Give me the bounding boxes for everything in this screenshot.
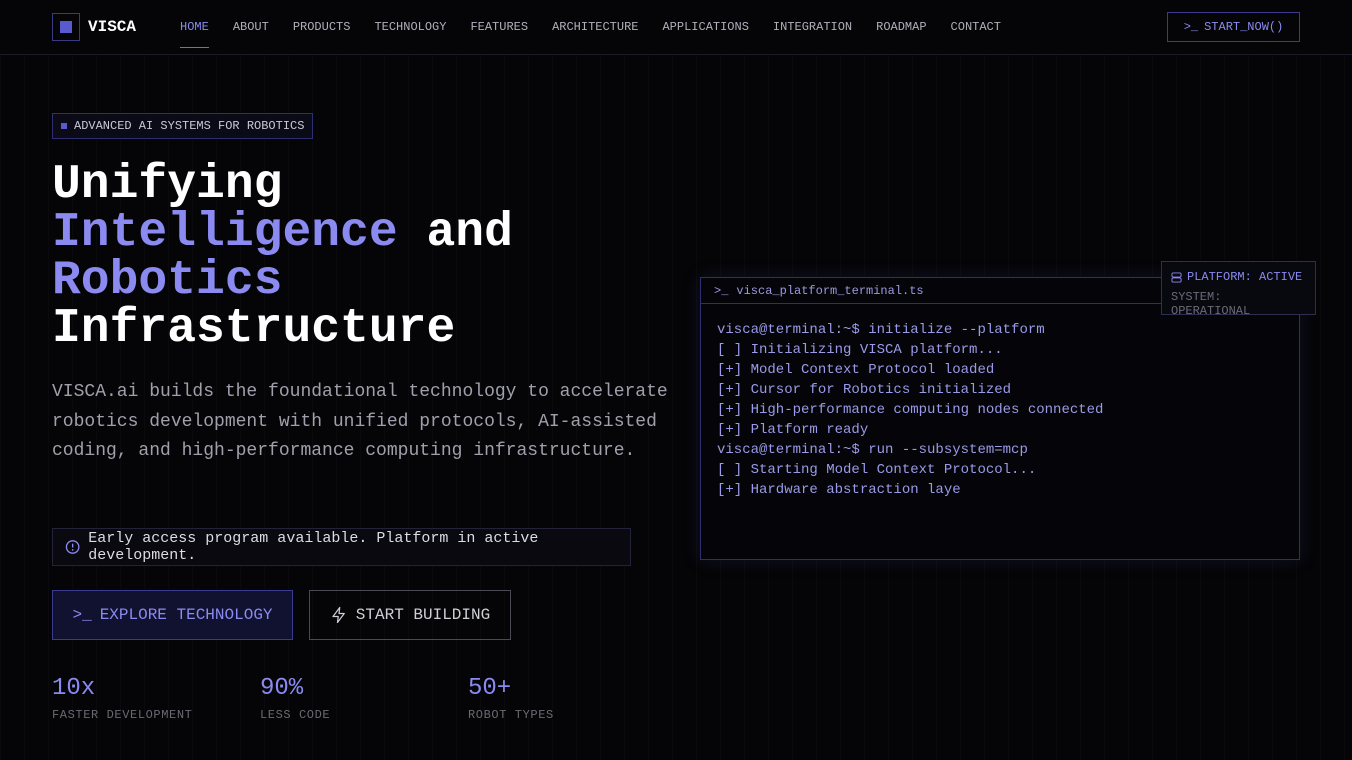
button-label: EXPLORE TECHNOLOGY [99,606,273,624]
title-word: and [426,206,513,260]
terminal-line: [+] High-performance computing nodes con… [717,402,1104,418]
stat-label: LESS CODE [260,708,331,722]
title-word-highlight: Intelligence [52,206,398,260]
badge-text: ADVANCED AI SYSTEMS FOR ROBOTICS [74,119,305,133]
start-now-button[interactable]: >_ START_NOW() [1167,12,1300,42]
stat-label: ROBOT TYPES [468,708,554,722]
nav-technology[interactable]: TECHNOLOGY [374,0,446,55]
terminal-line: [+] Cursor for Robotics initialized [717,382,1012,398]
stat-value: 10x [52,675,96,702]
title-word: Unifying [52,158,283,212]
start-building-button[interactable]: START BUILDING [309,590,511,640]
nav-architecture[interactable]: ARCHITECTURE [552,0,638,55]
server-icon [1171,271,1182,283]
terminal-prompt-icon: >_ [72,606,92,624]
hero-title: Unifying Intelligence and Robotics Infra… [52,161,513,353]
top-nav: VISCA HOME ABOUT PRODUCTS TECHNOLOGY FEA… [0,0,1352,55]
stat-label: FASTER DEVELOPMENT [52,708,193,722]
system-status: SYSTEM: OPERATIONAL [1171,290,1251,318]
hero-badge: ADVANCED AI SYSTEMS FOR ROBOTICS [52,113,314,139]
terminal-prompt-icon: >_ [1183,20,1199,34]
terminal-prompt-icon: >_ [714,283,729,298]
stat-less-code: 90% LESS CODE [260,675,330,722]
stat-value: 90% [260,675,304,702]
logo-icon [52,13,80,41]
early-access-notice: Early access program available. Platform… [52,528,631,566]
notice-text: Early access program available. Platform… [88,530,539,564]
nav-home[interactable]: HOME [180,0,209,55]
platform-status: PLATFORM: ACTIVE [1187,270,1303,284]
terminal-line: visca@terminal:~$ run --subsystem=mcp [717,442,1028,458]
nav-menu: HOME ABOUT PRODUCTS TECHNOLOGY FEATURES … [180,0,1001,55]
nav-contact[interactable]: CONTACT [951,0,1001,55]
nav-features[interactable]: FEATURES [470,0,528,55]
logo[interactable]: VISCA [52,13,136,41]
nav-integration[interactable]: INTEGRATION [773,0,852,55]
terminal-output: visca@terminal:~$ initialize --platform [… [701,304,1299,516]
terminal-filename: visca_platform_terminal.ts [736,283,924,298]
lightning-icon [332,606,345,624]
terminal-line: [+] Hardware abstraction laye [717,482,961,498]
button-label: START BUILDING [355,606,491,624]
terminal-line: [+] Platform ready [717,422,869,438]
nav-products[interactable]: PRODUCTS [293,0,351,55]
hero-description: VISCA.ai builds the foundational technol… [52,382,668,461]
square-icon [61,123,67,129]
nav-about[interactable]: ABOUT [233,0,269,55]
stat-robot-types: 50+ ROBOT TYPES [468,675,554,722]
platform-status-card: PLATFORM: ACTIVE SYSTEM: OPERATIONAL [1161,261,1316,318]
brand-name: VISCA [88,18,137,36]
nav-roadmap[interactable]: ROADMAP [876,0,926,55]
title-word-highlight: Robotics [52,254,283,308]
stat-faster-development: 10x FASTER DEVELOPMENT [52,675,192,722]
terminal-line: [ ] Starting Model Context Protocol... [717,462,1037,478]
terminal-window: >_ visca_platform_terminal.ts visca@term… [700,277,1300,560]
start-now-label: START_NOW() [1204,20,1284,34]
terminal-line: visca@terminal:~$ initialize --platform [717,322,1045,338]
terminal-line: [ ] Initializing VISCA platform... [717,342,1003,358]
terminal-line: [+] Model Context Protocol loaded [717,362,995,378]
info-circle-icon [65,540,80,554]
stat-value: 50+ [468,675,512,702]
nav-applications[interactable]: APPLICATIONS [662,0,748,55]
explore-technology-button[interactable]: >_ EXPLORE TECHNOLOGY [52,590,293,640]
title-word: Infrastructure [52,302,456,356]
